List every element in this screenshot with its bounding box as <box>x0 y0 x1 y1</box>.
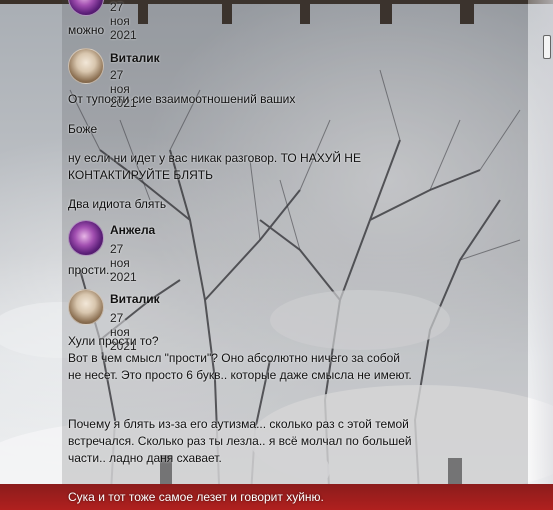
message-text: ну если ни идет у вас никак разговор. ТО… <box>68 151 361 182</box>
message-text: Хули прости то? Вот в чем смысл "прости"… <box>68 334 412 382</box>
message-text: От тупости сие взаимоотношений ваших <box>68 92 296 106</box>
avatar[interactable] <box>68 220 104 256</box>
message-author[interactable]: Виталик <box>110 51 160 65</box>
message-text: прости.. <box>68 263 113 277</box>
message-author[interactable]: Виталик <box>110 292 160 306</box>
message-text: Боже <box>68 122 98 136</box>
message-text: Почему я блять из-за его аутизма... скол… <box>68 417 412 465</box>
avatar[interactable] <box>68 289 104 325</box>
avatar[interactable] <box>68 48 104 84</box>
message-text: можно <box>68 23 105 37</box>
message-author[interactable]: Анжела <box>110 223 155 237</box>
scrollbar-thumb[interactable] <box>543 35 551 59</box>
message-text: Два идиота блять <box>68 197 167 211</box>
message-text: Сука и тот тоже самое лезет и говорит ху… <box>68 490 324 504</box>
scrollbar-track[interactable] <box>528 0 553 510</box>
